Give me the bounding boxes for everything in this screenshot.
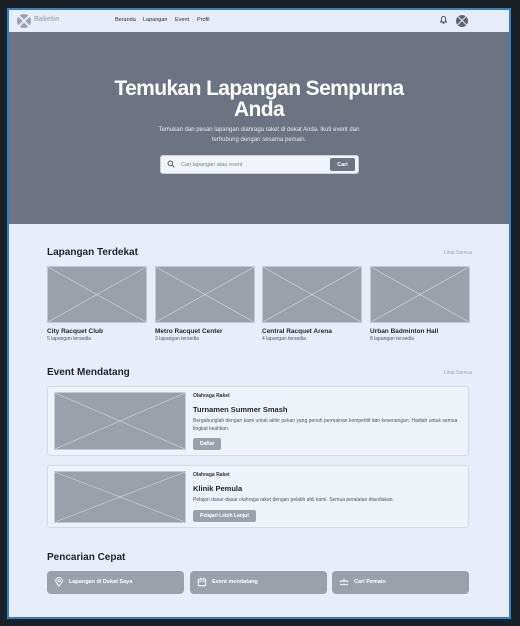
hero-title-line: Temukan Lapangan Sempurna bbox=[114, 77, 404, 100]
court-card[interactable]: Central Racquet Arena 4 lapangan tersedi… bbox=[262, 266, 362, 342]
event-name: Klinik Pemula bbox=[193, 484, 243, 493]
court-card[interactable]: Metro Racquet Center 3 lapangan tersedia bbox=[155, 266, 255, 342]
hero-banner: Temukan Lapangan Sempurna Anda Temukan d… bbox=[9, 32, 509, 224]
search-input[interactable] bbox=[181, 159, 321, 170]
learn-more-button[interactable]: Pelajari Lebih Lanjut bbox=[193, 510, 256, 522]
court-availability: 4 lapangan tersedia bbox=[262, 336, 306, 342]
court-availability: 8 lapangan tersedia bbox=[370, 336, 414, 342]
top-navbar: Raketin Beranda Lapangan Event Profil bbox=[9, 10, 509, 32]
quick-search-players-button[interactable]: Cari Pemain bbox=[332, 571, 469, 594]
court-availability: 5 lapangan tersedia bbox=[47, 336, 91, 342]
quick-search-nearby-button[interactable]: Lapangan di Dekat Saya bbox=[47, 571, 184, 594]
court-image bbox=[262, 266, 362, 323]
court-name: Urban Badminton Hall bbox=[370, 328, 439, 335]
court-name: City Racquet Club bbox=[47, 328, 103, 335]
hero-subtitle-line: Temukan dan pesan lapangan olahraga rake… bbox=[158, 127, 360, 133]
search-bar: Cari bbox=[160, 155, 359, 174]
nav-link-event[interactable]: Event bbox=[175, 17, 189, 23]
event-card[interactable]: Olahraga Raket Turnamen Summer Smash Ber… bbox=[47, 386, 469, 456]
map-pin-icon bbox=[55, 577, 63, 587]
user-avatar[interactable] bbox=[456, 15, 468, 27]
event-image bbox=[54, 392, 186, 450]
event-description: Pelajari dasar-dasar olahraga raket deng… bbox=[193, 497, 394, 503]
event-category: Olahraga Raket bbox=[193, 472, 230, 478]
quick-search-events-button[interactable]: Event mendatang bbox=[190, 571, 327, 594]
nav-link-lapangan[interactable]: Lapangan bbox=[143, 17, 167, 23]
bell-icon[interactable] bbox=[440, 16, 447, 24]
quick-search-label: Cari Pemain bbox=[354, 579, 386, 585]
quick-search-label: Lapangan di Dekat Saya bbox=[69, 579, 133, 585]
court-availability: 3 lapangan tersedia bbox=[155, 336, 199, 342]
section-title-quick-search: Pencarian Cepat bbox=[47, 552, 126, 563]
hero-title: Temukan Lapangan Sempurna Anda bbox=[59, 78, 459, 120]
search-button[interactable]: Cari bbox=[330, 158, 355, 171]
court-card[interactable]: Urban Badminton Hall 8 lapangan tersedia bbox=[370, 266, 470, 342]
logo-icon bbox=[17, 14, 31, 28]
event-card[interactable]: Olahraga Raket Klinik Pemula Pelajari da… bbox=[47, 465, 469, 528]
court-image bbox=[370, 266, 470, 323]
users-icon bbox=[339, 579, 349, 586]
court-image bbox=[155, 266, 255, 323]
search-icon bbox=[167, 160, 175, 168]
section-title-events: Event Mendatang bbox=[47, 367, 130, 378]
hero-title-line: Anda bbox=[233, 98, 285, 121]
browser-page: Raketin Beranda Lapangan Event Profil Te… bbox=[7, 8, 511, 619]
brand-name[interactable]: Raketin bbox=[34, 16, 59, 23]
nav-link-beranda[interactable]: Beranda bbox=[115, 17, 136, 23]
court-card[interactable]: City Racquet Club 5 lapangan tersedia bbox=[47, 266, 147, 342]
nav-link-profil[interactable]: Profil bbox=[197, 17, 210, 23]
section-title-nearby: Lapangan Terdekat bbox=[47, 247, 138, 258]
court-name: Metro Racquet Center bbox=[155, 328, 223, 335]
court-name: Central Racquet Arena bbox=[262, 328, 332, 335]
quick-search-label: Event mendatang bbox=[212, 579, 258, 585]
see-all-events-link[interactable]: Lihat Semua bbox=[444, 370, 472, 376]
hero-subtitle-line: terhubung dengan sesama pemain. bbox=[211, 136, 307, 143]
calendar-icon bbox=[197, 577, 207, 587]
event-name: Turnamen Summer Smash bbox=[193, 405, 288, 414]
hero-subtitle: Temukan dan pesan lapangan olahraga rake… bbox=[139, 126, 379, 145]
event-description: Bergabunglah dengan kami untuk akhir pek… bbox=[193, 418, 458, 432]
register-button[interactable]: Daftar bbox=[193, 438, 222, 450]
see-all-courts-link[interactable]: Lihat Semua bbox=[444, 250, 472, 256]
event-image bbox=[54, 471, 186, 523]
event-category: Olahraga Raket bbox=[193, 393, 230, 399]
court-image bbox=[47, 266, 147, 323]
